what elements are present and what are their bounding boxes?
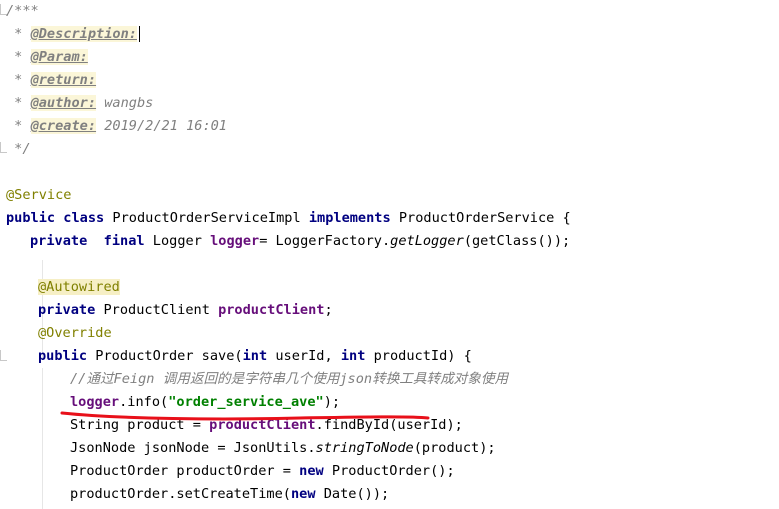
red-underline-annotation	[60, 411, 430, 421]
code-editor[interactable]: /*** * @Description: * @Param: * @return…	[0, 0, 779, 509]
